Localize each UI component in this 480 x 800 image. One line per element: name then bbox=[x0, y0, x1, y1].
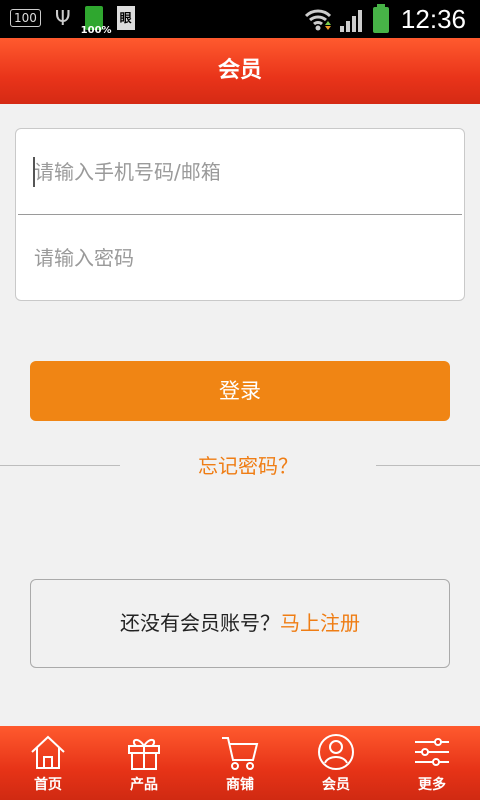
register-box: 还没有会员账号？马上注册 bbox=[30, 579, 450, 668]
tab-member[interactable]: 会员 bbox=[288, 726, 384, 800]
divider-right bbox=[376, 465, 480, 466]
settings-sliders-icon bbox=[415, 738, 449, 766]
clock: 12:36 bbox=[400, 4, 466, 34]
phone-email-input[interactable] bbox=[16, 129, 464, 215]
phone-email-field[interactable] bbox=[16, 129, 464, 215]
divider-left bbox=[0, 465, 120, 466]
home-icon bbox=[31, 735, 65, 769]
usb-icon: Ψ bbox=[54, 6, 71, 30]
document-icon: 眼 bbox=[116, 6, 135, 30]
tab-label: 更多 bbox=[418, 777, 446, 793]
password-input[interactable] bbox=[16, 215, 464, 301]
tab-shops[interactable]: 商铺 bbox=[192, 726, 288, 800]
tab-more[interactable]: 更多 bbox=[384, 726, 480, 800]
forgot-password-link[interactable]: 忘记密码？ bbox=[120, 452, 376, 480]
gift-icon bbox=[128, 739, 160, 770]
tab-label: 产品 bbox=[130, 777, 158, 793]
page-title: 会员 bbox=[217, 58, 262, 83]
login-button[interactable]: 登录 bbox=[30, 361, 450, 421]
cart-icon bbox=[222, 737, 259, 770]
status-bar: 100 Ψ 100% 眼 12:36 bbox=[0, 0, 480, 38]
tab-label: 首页 bbox=[34, 777, 62, 793]
header-bar: 会员 bbox=[0, 38, 480, 104]
member-icon bbox=[318, 734, 354, 770]
password-field[interactable] bbox=[16, 215, 464, 301]
register-link[interactable]: 马上注册 bbox=[280, 611, 360, 635]
register-prompt: 还没有会员账号？ bbox=[120, 611, 280, 635]
tab-products[interactable]: 产品 bbox=[96, 726, 192, 800]
notification-count-icon: 100 bbox=[10, 9, 41, 27]
battery-saver-icon: 100% bbox=[81, 6, 112, 36]
login-card bbox=[15, 128, 465, 301]
bottom-tab-bar: 首页 产品 商铺 会员 更多 bbox=[0, 726, 480, 800]
tab-label: 商铺 bbox=[226, 777, 254, 793]
tab-label: 会员 bbox=[322, 777, 350, 793]
wifi-icon bbox=[304, 9, 331, 30]
tab-home[interactable]: 首页 bbox=[0, 726, 96, 800]
signal-icon bbox=[339, 9, 362, 32]
battery-icon bbox=[372, 3, 389, 33]
